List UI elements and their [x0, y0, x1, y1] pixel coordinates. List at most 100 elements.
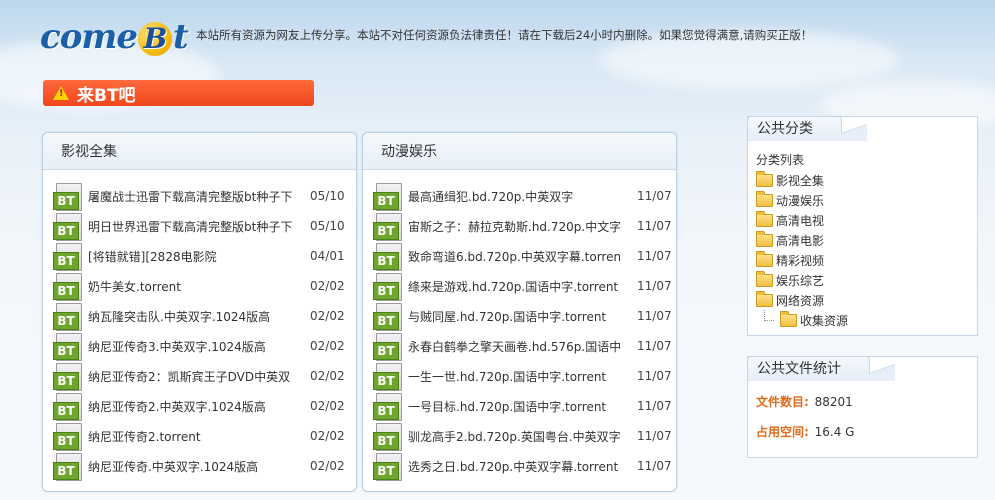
list-item[interactable]: BT 奶牛美女.torrent 02/02	[53, 271, 356, 301]
list-item[interactable]: BT 一号目标.hd.720p.国语中字.torrent 11/07	[373, 391, 676, 421]
bt-icon-label: BT	[53, 371, 79, 390]
item-date: 02/02	[310, 459, 345, 473]
item-title[interactable]: 奶牛美女.torrent	[88, 278, 293, 295]
category-item[interactable]: 高清电视	[756, 210, 848, 230]
list-item[interactable]: BT 一生一世.hd.720p.国语中字.torrent 11/07	[373, 361, 676, 391]
list-item[interactable]: BT 永春白鹤拳之擎天画卷.hd.576p.国语中 11/07	[373, 331, 676, 361]
item-title[interactable]: 一号目标.hd.720p.国语中字.torrent	[408, 398, 620, 415]
category-item-label: 动漫娱乐	[776, 193, 825, 208]
bt-file-icon: BT	[373, 332, 402, 361]
category-item[interactable]: 娱乐综艺	[756, 270, 848, 290]
item-title[interactable]: 明日世界迅雷下载高清完整版bt种子下	[88, 218, 293, 235]
item-title[interactable]: 选秀之日.bd.720p.中英双字幕.torrent	[408, 458, 620, 475]
list-item[interactable]: BT 绦来是游戏.hd.720p.国语中字.torrent 11/07	[373, 271, 676, 301]
disclaimer-notice: 本站所有资源为网友上传分享。本站不对任何资源负法律责任！请在下载后24小时内删除…	[196, 28, 813, 42]
item-title[interactable]: 最高通缉犯.bd.720p.中英双字	[408, 188, 620, 205]
item-title[interactable]: 宙斯之子：赫拉克勒斯.hd.720p.中文字	[408, 218, 620, 235]
item-date: 11/07	[637, 189, 672, 203]
banner-title: 来BT吧	[77, 85, 136, 106]
item-title[interactable]: 驯龙高手2.bd.720p.英国粤台.中英双字	[408, 428, 620, 445]
item-title[interactable]: 永春白鹤拳之擎天画卷.hd.576p.国语中	[408, 338, 620, 355]
list-item[interactable]: BT 纳尼亚传奇2：凯斯宾王子DVD中英双 02/02	[53, 361, 356, 391]
bt-icon-label: BT	[53, 401, 79, 420]
item-date: 02/02	[310, 279, 345, 293]
list-item[interactable]: BT 致命弯道6.bd.720p.中英双字幕.torrent 11/07	[373, 241, 676, 271]
category-item[interactable]: 精彩视频	[756, 250, 848, 270]
tree-connector	[764, 309, 774, 321]
folder-icon	[756, 290, 773, 307]
item-title[interactable]: [将错就错][2828电影院	[88, 248, 293, 265]
list-item[interactable]: BT 纳瓦隆突击队.中英双字.1024版高 02/02	[53, 301, 356, 331]
list-item[interactable]: BT 明日世界迅雷下载高清完整版bt种子下 05/10	[53, 211, 356, 241]
category-item[interactable]: 高清电影	[756, 230, 848, 250]
bt-icon-label: BT	[373, 461, 399, 480]
category-item[interactable]: 网络资源	[756, 290, 848, 310]
list-item[interactable]: BT 纳尼亚传奇2.torrent 02/02	[53, 421, 356, 451]
logo-text: come Bt	[40, 17, 189, 57]
list-item[interactable]: BT 选秀之日.bd.720p.中英双字幕.torrent 11/07	[373, 451, 676, 481]
category-item-label: 高清电影	[776, 233, 825, 248]
bt-icon-label: BT	[373, 341, 399, 360]
bt-file-icon: BT	[53, 332, 82, 361]
item-title[interactable]: 与贼同屋.hd.720p.国语中字.torrent	[408, 308, 620, 325]
bt-icon-label: BT	[373, 371, 399, 390]
warning-icon: !	[53, 86, 69, 100]
categories-title: 公共分类	[747, 116, 867, 141]
bt-icon-label: BT	[373, 281, 399, 300]
bt-file-icon: BT	[373, 302, 402, 331]
site-logo[interactable]: come Bt	[40, 14, 189, 60]
folder-icon	[756, 170, 773, 187]
bt-file-icon: BT	[53, 302, 82, 331]
item-title[interactable]: 纳尼亚传奇2：凯斯宾王子DVD中英双	[88, 368, 293, 385]
bt-file-icon: BT	[53, 272, 82, 301]
bt-file-icon: BT	[373, 392, 402, 421]
item-date: 11/07	[637, 249, 672, 263]
item-date: 11/07	[637, 339, 672, 353]
bt-icon-label: BT	[373, 191, 399, 210]
item-title[interactable]: 纳尼亚传奇2.torrent	[88, 428, 293, 445]
item-title[interactable]: 屠魔战士迅雷下载高清完整版bt种子下	[88, 188, 293, 205]
anime-panel-title: 动漫娱乐	[363, 133, 676, 170]
bt-icon-label: BT	[53, 221, 79, 240]
space-label: 占用空间:	[756, 425, 809, 439]
stats-title: 公共文件统计	[747, 356, 895, 381]
bt-icon-label: BT	[373, 401, 399, 420]
item-title[interactable]: 纳尼亚传奇3.中英双字.1024版高	[88, 338, 293, 355]
list-item[interactable]: BT 纳尼亚传奇3.中英双字.1024版高 02/02	[53, 331, 356, 361]
item-title[interactable]: 致命弯道6.bd.720p.中英双字幕.torrent	[408, 248, 620, 265]
item-title[interactable]: 纳尼亚传奇.中英双字.1024版高	[88, 458, 293, 475]
list-item[interactable]: BT 纳尼亚传奇2.中英双字.1024版高 02/02	[53, 391, 356, 421]
category-item-label: 收集资源	[800, 313, 849, 328]
list-item[interactable]: BT 屠魔战士迅雷下载高清完整版bt种子下 05/10	[53, 181, 356, 211]
item-title[interactable]: 纳尼亚传奇2.中英双字.1024版高	[88, 398, 293, 415]
item-date: 11/07	[637, 279, 672, 293]
folder-icon	[756, 190, 773, 207]
list-item[interactable]: BT 与贼同屋.hd.720p.国语中字.torrent 11/07	[373, 301, 676, 331]
bt-file-icon: BT	[373, 182, 402, 211]
item-title[interactable]: 一生一世.hd.720p.国语中字.torrent	[408, 368, 620, 385]
item-date: 02/02	[310, 369, 345, 383]
bt-icon-label: BT	[53, 191, 79, 210]
list-item[interactable]: BT [将错就错][2828电影院 04/01	[53, 241, 356, 271]
list-item[interactable]: BT 宙斯之子：赫拉克勒斯.hd.720p.中文字 11/07	[373, 211, 676, 241]
bt-file-icon: BT	[53, 212, 82, 241]
category-item-sub[interactable]: 收集资源	[764, 309, 849, 330]
site-banner: ! 来BT吧	[43, 80, 314, 106]
list-item[interactable]: BT 最高通缉犯.bd.720p.中英双字 11/07	[373, 181, 676, 211]
category-item-label: 影视全集	[776, 173, 825, 188]
bt-icon-label: BT	[373, 431, 399, 450]
bt-file-icon: BT	[53, 392, 82, 421]
category-item-label: 高清电视	[776, 213, 825, 228]
category-item[interactable]: 动漫娱乐	[756, 190, 848, 210]
item-date: 02/02	[310, 399, 345, 413]
bt-file-icon: BT	[373, 452, 402, 481]
logo-b-icon: B	[138, 22, 172, 56]
item-title[interactable]: 纳瓦隆突击队.中英双字.1024版高	[88, 308, 293, 325]
category-item[interactable]: 影视全集	[756, 170, 848, 190]
item-title[interactable]: 绦来是游戏.hd.720p.国语中字.torrent	[408, 278, 620, 295]
bt-file-icon: BT	[53, 362, 82, 391]
list-item[interactable]: BT 纳尼亚传奇.中英双字.1024版高 02/02	[53, 451, 356, 481]
list-item[interactable]: BT 驯龙高手2.bd.720p.英国粤台.中英双字 11/07	[373, 421, 676, 451]
folder-icon	[756, 250, 773, 267]
anime-list: BT 最高通缉犯.bd.720p.中英双字 11/07 BT 宙斯之子：赫拉克勒斯.hd…	[373, 181, 676, 481]
